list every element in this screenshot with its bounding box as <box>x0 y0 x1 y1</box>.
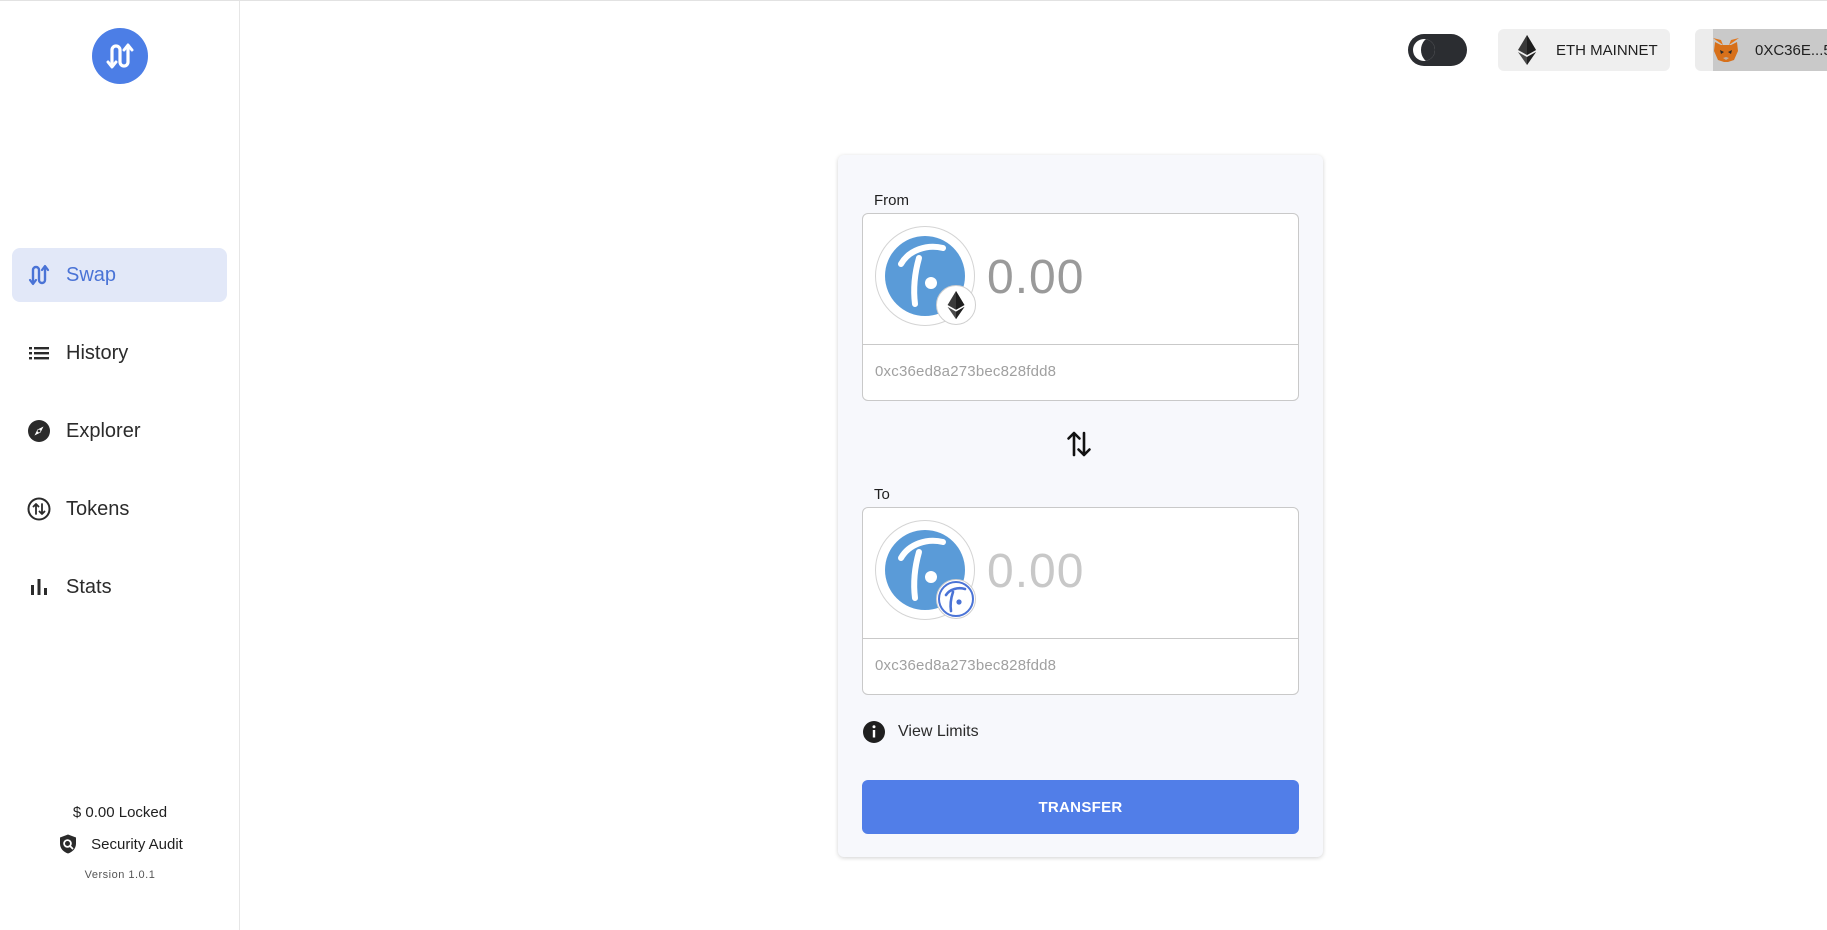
sidebar-item-tokens[interactable]: Tokens <box>12 482 227 536</box>
sidebar-item-label: Explorer <box>66 419 141 442</box>
view-limits-label: View Limits <box>898 723 979 740</box>
from-token-selector[interactable] <box>875 226 976 326</box>
from-token-address: 0xc36ed8a273bec828fdd8 <box>875 363 1057 380</box>
app-logo-icon[interactable] <box>92 28 148 84</box>
swap-direction-button[interactable] <box>1064 427 1094 461</box>
sidebar-nav: Swap History Explorer Tokens Stats <box>12 248 227 638</box>
sidebar-item-swap[interactable]: Swap <box>12 248 227 302</box>
shield-search-icon <box>60 834 77 854</box>
locked-value: $ 0.00 Locked <box>72 804 168 821</box>
moon-icon <box>1413 39 1435 61</box>
sidebar-item-history[interactable]: History <box>12 326 227 380</box>
to-amount-row: 0.00 <box>863 508 1298 639</box>
transfer-button[interactable]: TRANSFER <box>862 780 1299 834</box>
security-audit-link[interactable]: Security Audit <box>0 833 240 855</box>
sidebar-footer: $ 0.00 Locked Security Audit Version 1.0… <box>0 804 240 881</box>
list-icon <box>26 340 52 366</box>
from-amount-row: 0.00 <box>863 214 1298 345</box>
app-window: Swap History Explorer Tokens Stats $ 0.0… <box>0 0 1827 930</box>
to-token-address: 0xc36ed8a273bec828fdd8 <box>875 657 1057 674</box>
destination-chain-badge-icon <box>936 579 976 619</box>
to-amount-output: 0.00 <box>987 545 1085 598</box>
to-token-box: 0.00 0xc36ed8a273bec828fdd8 <box>862 507 1299 695</box>
theme-toggle[interactable] <box>1408 34 1467 66</box>
metamask-fox-icon <box>1713 38 1739 62</box>
sidebar: Swap History Explorer Tokens Stats $ 0.0… <box>0 1 240 930</box>
from-token-box: 0.00 0xc36ed8a273bec828fdd8 <box>862 213 1299 401</box>
sidebar-item-stats[interactable]: Stats <box>12 560 227 614</box>
swap-arrows-icon <box>26 262 52 288</box>
ethereum-chain-badge-icon <box>936 285 976 325</box>
network-label: ETH MAINNET <box>1556 41 1658 59</box>
view-limits-link[interactable]: View Limits <box>862 720 979 744</box>
to-token-selector[interactable] <box>875 520 976 620</box>
token-exchange-icon <box>26 496 52 522</box>
wallet-button[interactable]: 0XC36E...5 <box>1695 29 1827 71</box>
sidebar-item-label: History <box>66 341 129 364</box>
security-audit-label: Security Audit <box>91 835 183 853</box>
sidebar-item-explorer[interactable]: Explorer <box>12 404 227 458</box>
ethereum-icon <box>1518 35 1536 65</box>
swap-vertical-icon <box>1067 431 1091 457</box>
wallet-address: 0XC36E...5 <box>1755 41 1827 59</box>
bar-chart-icon <box>26 574 52 600</box>
sidebar-item-label: Tokens <box>66 497 130 520</box>
sidebar-item-label: Swap <box>66 263 117 286</box>
swap-card: From 0.00 0xc36ed8a273bec828fdd8 To 0.00… <box>838 155 1323 857</box>
from-amount-input[interactable]: 0.00 <box>987 250 1084 305</box>
from-label: From <box>874 192 909 209</box>
app-version: Version 1.0.1 <box>84 869 156 881</box>
to-label: To <box>874 486 890 503</box>
sidebar-item-label: Stats <box>66 575 112 598</box>
compass-icon <box>26 418 52 444</box>
network-selector[interactable]: ETH MAINNET <box>1498 29 1670 71</box>
info-icon <box>863 721 885 743</box>
